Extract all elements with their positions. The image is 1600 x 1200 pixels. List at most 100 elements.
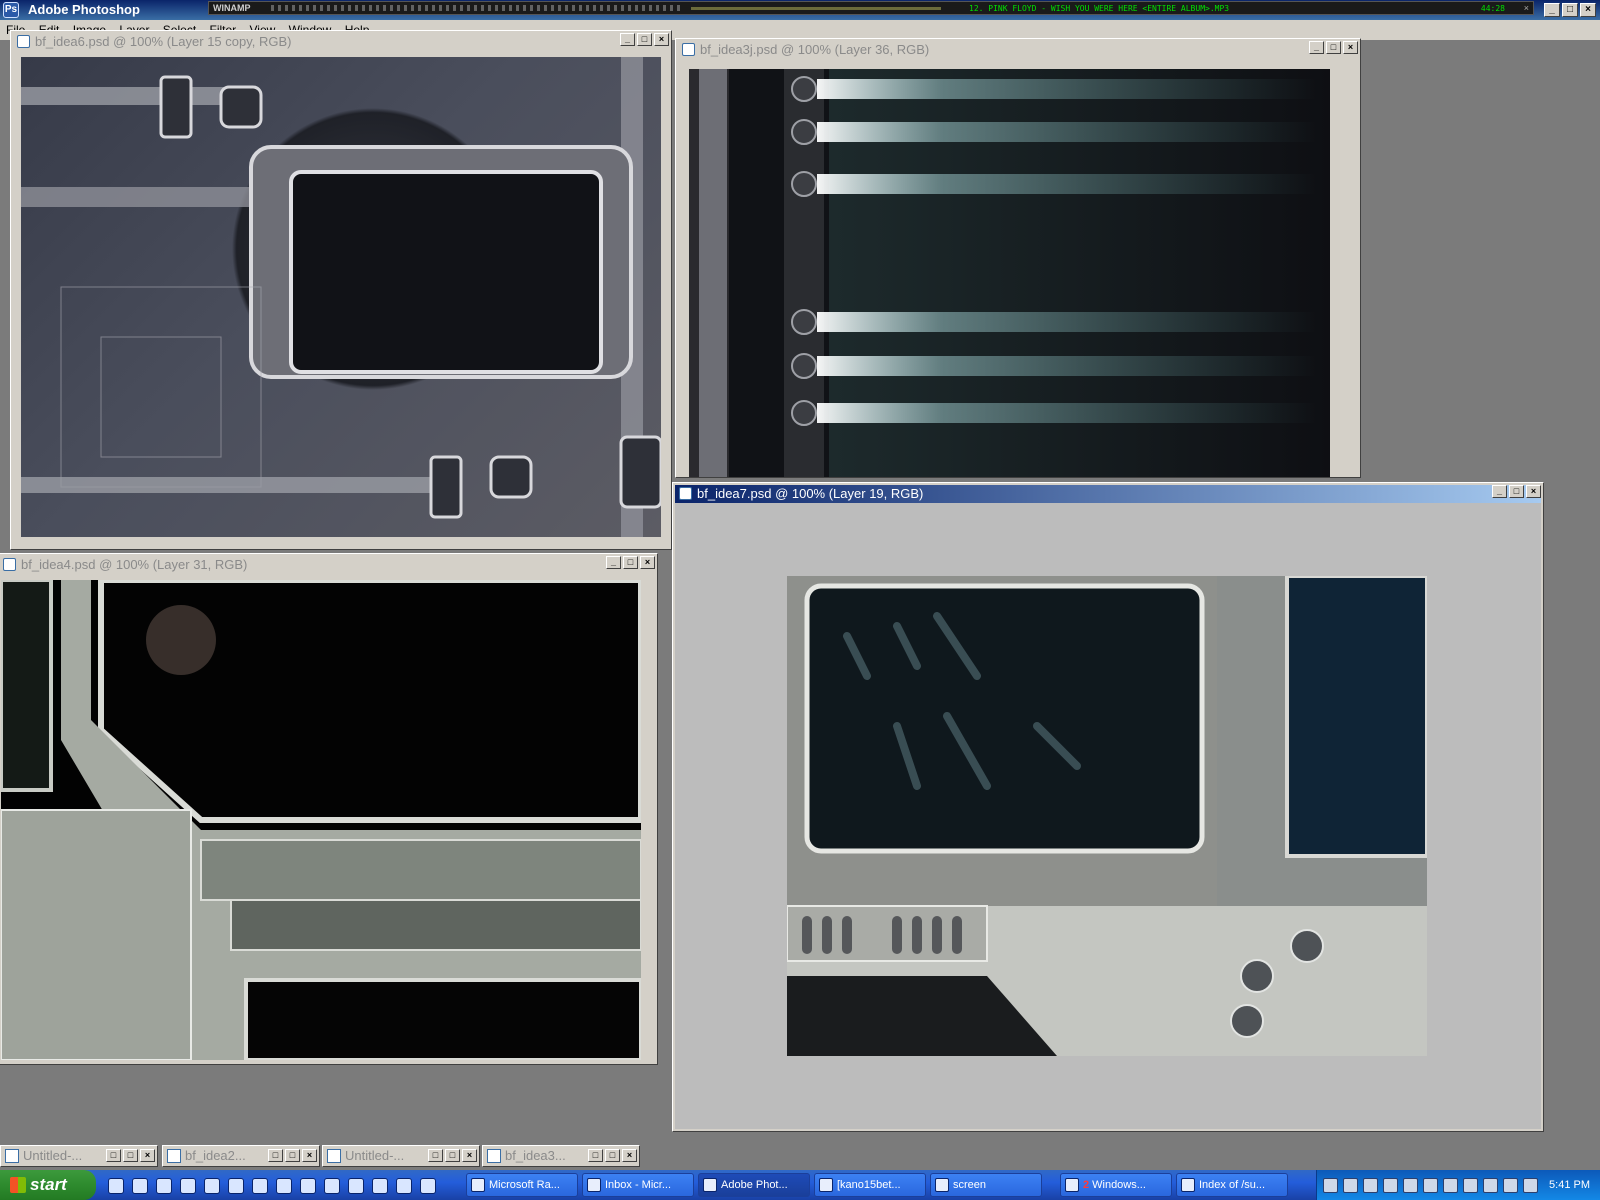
task-icon: [471, 1178, 485, 1192]
document-minimize-button[interactable]: _: [1309, 41, 1324, 54]
document-minimize-button[interactable]: _: [620, 33, 635, 46]
document-titlebar[interactable]: bf_idea7.psd @ 100% (Layer 19, RGB): [675, 485, 1541, 503]
tray-app-icon[interactable]: [1403, 1178, 1418, 1193]
canvas-artwork: [1, 580, 641, 1060]
restore-icon[interactable]: □: [428, 1149, 443, 1162]
document-icon: [167, 1149, 181, 1163]
document-window-bf-idea4[interactable]: bf_idea4.psd @ 100% (Layer 31, RGB) _ □ …: [0, 553, 658, 1065]
quicklaunch-browser-icon[interactable]: [132, 1178, 148, 1194]
task-button-windows-group[interactable]: 2 Windows...: [1060, 1173, 1172, 1197]
winamp-bar[interactable]: WINAMP 12. PINK FLOYD - WISH YOU WERE HE…: [208, 1, 1534, 15]
close-icon[interactable]: ×: [622, 1149, 637, 1162]
close-icon[interactable]: ×: [462, 1149, 477, 1162]
restore-icon[interactable]: □: [588, 1149, 603, 1162]
document-canvas[interactable]: [689, 69, 1330, 477]
document-canvas[interactable]: [21, 57, 661, 537]
start-button[interactable]: start: [0, 1170, 96, 1200]
maximize-icon[interactable]: □: [605, 1149, 620, 1162]
quicklaunch-ie-icon[interactable]: [108, 1178, 124, 1194]
winamp-time: 44:28: [1480, 4, 1505, 13]
task-button-index-of[interactable]: Index of /su...: [1176, 1173, 1288, 1197]
document-titlebar[interactable]: bf_idea4.psd @ 100% (Layer 31, RGB): [0, 556, 655, 574]
task-button-kano15bet[interactable]: [kano15bet...: [814, 1173, 926, 1197]
quicklaunch-app-icon[interactable]: [228, 1178, 244, 1194]
maximize-icon[interactable]: □: [445, 1149, 460, 1162]
tray-app-icon[interactable]: [1423, 1178, 1438, 1193]
document-canvas[interactable]: [1, 580, 641, 1060]
quicklaunch-close-icon[interactable]: [396, 1178, 412, 1194]
tray-app-icon[interactable]: [1443, 1178, 1458, 1193]
winamp-seekbar[interactable]: [691, 7, 941, 10]
quicklaunch-app-icon[interactable]: [252, 1178, 268, 1194]
quicklaunch-app-icon[interactable]: [300, 1178, 316, 1194]
app-close-button[interactable]: ×: [1580, 3, 1596, 17]
minimized-document-title: bf_idea3...: [505, 1148, 566, 1163]
document-icon: [327, 1149, 341, 1163]
document-icon: [487, 1149, 501, 1163]
maximize-icon[interactable]: □: [123, 1149, 138, 1162]
tray-app-icon[interactable]: [1463, 1178, 1478, 1193]
minimized-document-3[interactable]: Untitled-... □ □ ×: [322, 1145, 480, 1167]
tray-app-icon[interactable]: [1523, 1178, 1538, 1193]
minimized-document-1[interactable]: Untitled-... □ □ ×: [0, 1145, 158, 1167]
restore-icon[interactable]: □: [268, 1149, 283, 1162]
close-icon[interactable]: ×: [302, 1149, 317, 1162]
document-minimize-button[interactable]: _: [606, 556, 621, 569]
close-icon[interactable]: ×: [140, 1149, 155, 1162]
tray-app-icon[interactable]: [1383, 1178, 1398, 1193]
tray-app-icon[interactable]: [1483, 1178, 1498, 1193]
task-icon: [935, 1178, 949, 1192]
document-maximize-button[interactable]: □: [1326, 41, 1341, 54]
winamp-close-icon[interactable]: ×: [1524, 2, 1529, 15]
document-close-button[interactable]: ×: [1343, 41, 1358, 54]
document-maximize-button[interactable]: □: [637, 33, 652, 46]
document-title: bf_idea3j.psd @ 100% (Layer 36, RGB): [700, 42, 930, 57]
quicklaunch-excel-icon[interactable]: [276, 1178, 292, 1194]
quicklaunch-app-icon[interactable]: [372, 1178, 388, 1194]
task-button-microsoft-ra[interactable]: Microsoft Ra...: [466, 1173, 578, 1197]
quicklaunch-app-icon[interactable]: [348, 1178, 364, 1194]
quicklaunch-app-icon[interactable]: [180, 1178, 196, 1194]
quicklaunch-app-icon[interactable]: [156, 1178, 172, 1194]
document-close-button[interactable]: ×: [654, 33, 669, 46]
document-icon: [5, 1149, 19, 1163]
tray-app-icon[interactable]: [1343, 1178, 1358, 1193]
task-label: [kano15bet...: [837, 1179, 901, 1191]
document-window-bf-idea7[interactable]: bf_idea7.psd @ 100% (Layer 19, RGB) _ □ …: [672, 482, 1544, 1132]
winamp-logo: WINAMP: [213, 3, 251, 13]
maximize-icon[interactable]: □: [285, 1149, 300, 1162]
document-icon: [679, 487, 692, 501]
document-icon: [17, 35, 30, 49]
app-minimize-button[interactable]: _: [1544, 3, 1560, 17]
canvas-artwork: [699, 69, 1317, 477]
tray-app-icon[interactable]: [1503, 1178, 1518, 1193]
app-maximize-button[interactable]: □: [1562, 3, 1578, 17]
quicklaunch-xbox-icon[interactable]: [324, 1178, 340, 1194]
system-clock[interactable]: 5:41 PM: [1549, 1170, 1590, 1200]
task-button-inbox[interactable]: Inbox - Micr...: [582, 1173, 694, 1197]
document-close-button[interactable]: ×: [640, 556, 655, 569]
photoshop-icon: Ps: [3, 2, 19, 18]
mail-icon[interactable]: [1323, 1178, 1338, 1193]
document-maximize-button[interactable]: □: [1509, 485, 1524, 498]
document-titlebar[interactable]: bf_idea6.psd @ 100% (Layer 15 copy, RGB): [13, 33, 669, 51]
document-close-button[interactable]: ×: [1526, 485, 1541, 498]
minimized-document-4[interactable]: bf_idea3... □ □ ×: [482, 1145, 640, 1167]
task-icon: [703, 1178, 717, 1192]
document-window-bf-idea6[interactable]: bf_idea6.psd @ 100% (Layer 15 copy, RGB)…: [10, 30, 672, 550]
tray-app-icon[interactable]: [1363, 1178, 1378, 1193]
document-canvas[interactable]: [787, 576, 1427, 1056]
minimized-document-title: Untitled-...: [23, 1148, 83, 1163]
winamp-controls[interactable]: [271, 5, 681, 11]
document-window-bf-idea3j[interactable]: bf_idea3j.psd @ 100% (Layer 36, RGB) _ □…: [675, 38, 1361, 478]
document-minimize-button[interactable]: _: [1492, 485, 1507, 498]
document-titlebar[interactable]: bf_idea3j.psd @ 100% (Layer 36, RGB): [678, 41, 1358, 59]
restore-icon[interactable]: □: [106, 1149, 121, 1162]
document-maximize-button[interactable]: □: [623, 556, 638, 569]
minimized-document-2[interactable]: bf_idea2... □ □ ×: [162, 1145, 320, 1167]
task-button-screen[interactable]: screen: [930, 1173, 1042, 1197]
task-button-adobe-photoshop[interactable]: Adobe Phot...: [698, 1173, 810, 1197]
quicklaunch-photoshop-icon[interactable]: [204, 1178, 220, 1194]
winamp-song-title: 12. PINK FLOYD - WISH YOU WERE HERE <ENT…: [969, 4, 1230, 13]
quicklaunch-app-icon[interactable]: [420, 1178, 436, 1194]
